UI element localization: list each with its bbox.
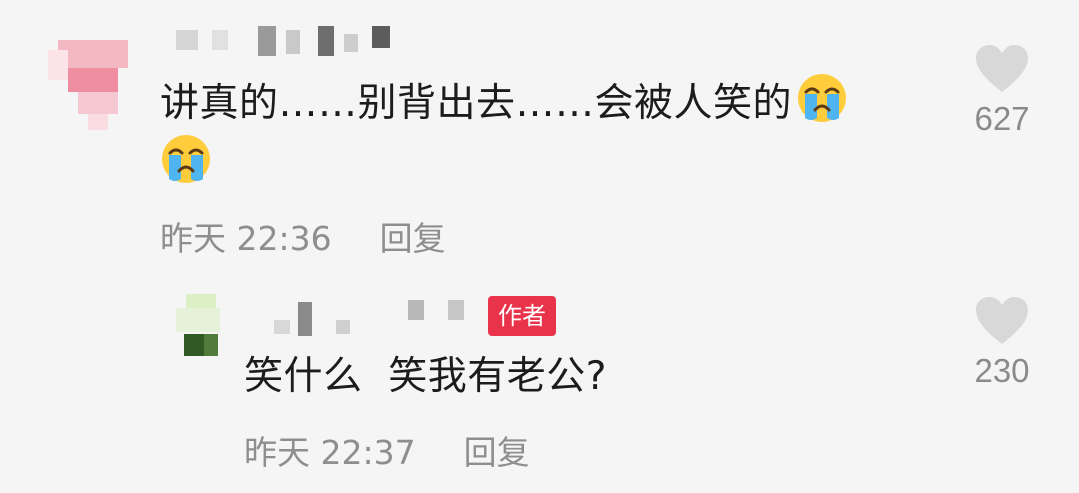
author-badge: 作者 xyxy=(488,296,556,336)
avatar[interactable] xyxy=(48,40,128,130)
comment-text: 讲真的……别背出去……会被人笑的 xyxy=(160,72,900,194)
like-button[interactable]: 627 xyxy=(962,44,1042,138)
comment-meta: 昨天 22:37 回复 xyxy=(244,426,530,474)
reply-button[interactable]: 回复 xyxy=(380,219,446,258)
heart-icon xyxy=(976,297,1028,344)
username-redacted[interactable] xyxy=(256,296,476,336)
comment-meta: 昨天 22:36 回复 xyxy=(160,212,446,260)
comment-body: 讲真的……别背出去……会被人笑的 xyxy=(160,81,793,126)
timestamp: 昨天 22:36 xyxy=(160,219,332,258)
like-button[interactable]: 230 xyxy=(962,296,1042,390)
username-redacted[interactable] xyxy=(176,24,406,56)
crying-face-icon xyxy=(162,135,210,183)
timestamp: 昨天 22:37 xyxy=(244,433,416,472)
comment-body: 笑什么 笑我有老公? xyxy=(244,354,607,399)
crying-face-icon xyxy=(798,74,847,122)
comment-1: 讲真的……别背出去……会被人笑的 昨天 22:36 回复 627 xyxy=(0,0,1079,270)
avatar[interactable] xyxy=(176,294,236,360)
like-count: 230 xyxy=(974,352,1030,389)
like-count: 627 xyxy=(974,100,1030,137)
heart-icon xyxy=(976,45,1028,92)
reply-button[interactable]: 回复 xyxy=(464,433,530,472)
comment-2: 作者 笑什么 笑我有老公? 昨天 22:37 回复 230 xyxy=(0,270,1079,493)
